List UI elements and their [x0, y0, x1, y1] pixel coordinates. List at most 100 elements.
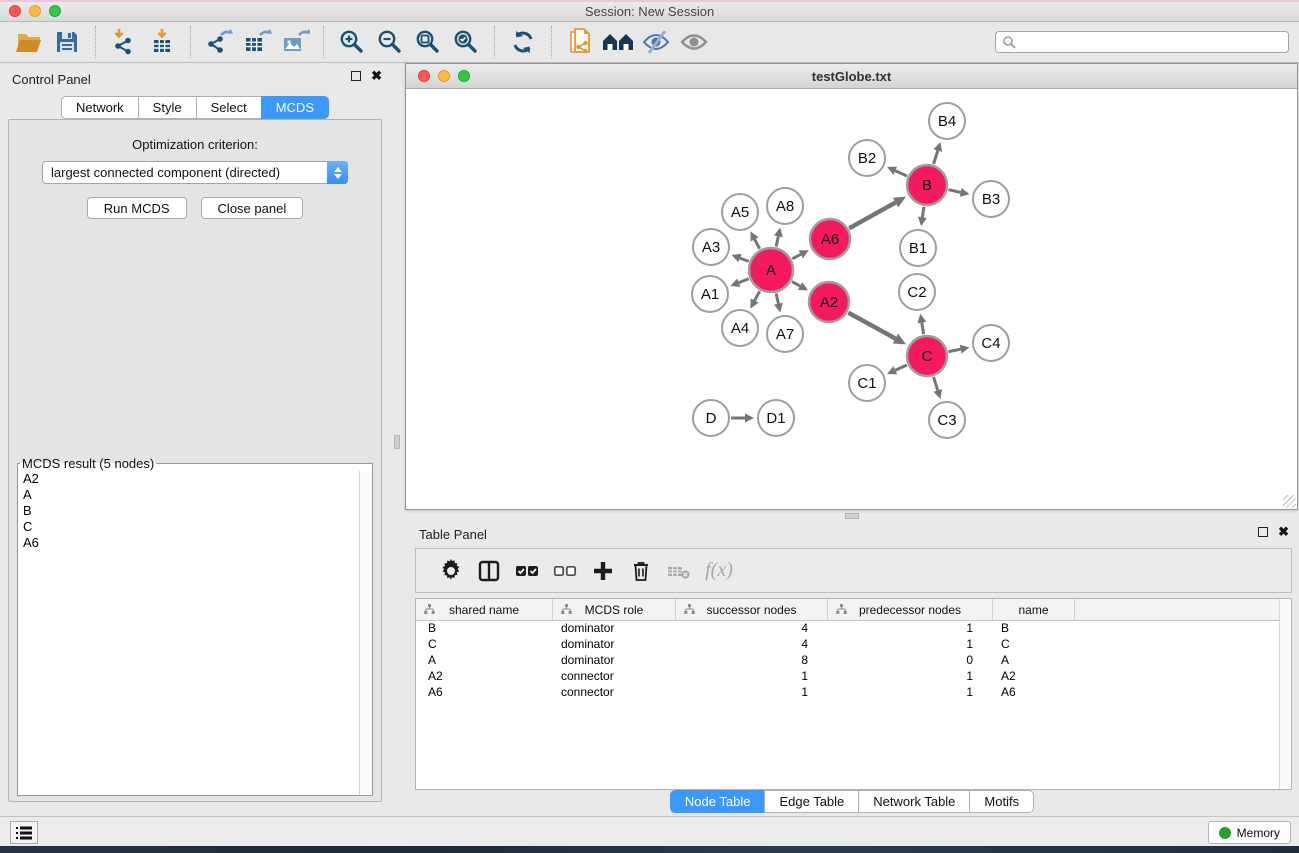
edge-A-A7[interactable] — [776, 293, 778, 303]
import-network-icon[interactable] — [105, 25, 143, 59]
table-tab-network-table[interactable]: Network Table — [858, 790, 970, 813]
save-session-icon[interactable] — [48, 25, 86, 59]
result-item[interactable]: B — [18, 503, 372, 519]
cell-successor-nodes[interactable]: 1 — [676, 685, 828, 701]
cell-MCDS-role[interactable]: connector — [553, 669, 676, 685]
table-row[interactable]: A6connector11A6 — [416, 685, 1291, 701]
cell-shared-name[interactable]: A6 — [416, 685, 553, 701]
search-field[interactable] — [995, 31, 1289, 53]
edge-C-C1[interactable] — [895, 365, 907, 370]
tab-style[interactable]: Style — [138, 96, 197, 119]
refresh-icon[interactable] — [504, 25, 542, 59]
cell-MCDS-role[interactable]: dominator — [553, 637, 676, 653]
optimization-criterion-select[interactable]: largest connected component (directed) — [42, 161, 348, 184]
cell-name[interactable]: A2 — [993, 669, 1075, 685]
delete-column-icon[interactable] — [622, 553, 660, 589]
result-item[interactable]: A6 — [18, 535, 372, 551]
edge-C-C3[interactable] — [934, 377, 938, 390]
cell-predecessor-nodes[interactable]: 1 — [828, 621, 993, 637]
table-scrollbar[interactable] — [1279, 599, 1291, 789]
horizontal-splitter[interactable] — [405, 510, 1299, 520]
cell-shared-name[interactable]: C — [416, 637, 553, 653]
import-table-icon[interactable] — [143, 25, 181, 59]
table-row[interactable]: Bdominator41B — [416, 621, 1291, 637]
cell-name[interactable]: A — [993, 653, 1075, 669]
column-header-shared-name[interactable]: shared name — [416, 599, 553, 620]
cell-MCDS-role[interactable]: connector — [553, 685, 676, 701]
edge-A-A2[interactable] — [792, 282, 800, 286]
edge-B-B1[interactable] — [922, 207, 924, 218]
edge-B-B3[interactable] — [948, 190, 960, 193]
horizontal-splitter-handle[interactable] — [845, 513, 859, 519]
show-graphics-icon[interactable] — [675, 25, 713, 59]
cell-shared-name[interactable]: A — [416, 653, 553, 669]
export-image-icon[interactable] — [276, 25, 314, 59]
edge-B-B4[interactable] — [934, 151, 938, 164]
table-tab-motifs[interactable]: Motifs — [969, 790, 1034, 813]
deselect-all-icon[interactable] — [546, 553, 584, 589]
cell-MCDS-role[interactable]: dominator — [553, 621, 676, 637]
vertical-splitter[interactable] — [390, 63, 405, 816]
cell-name[interactable]: B — [993, 621, 1075, 637]
cell-name[interactable]: A6 — [993, 685, 1075, 701]
cell-successor-nodes[interactable]: 1 — [676, 669, 828, 685]
network-graph[interactable]: B4B2BB3A8A5A6B1A3AC2A1A2A4A7C4CC1C3DD1 — [406, 89, 1297, 509]
edge-A-A5[interactable] — [755, 239, 760, 248]
task-history-button[interactable] — [10, 821, 38, 844]
table-row[interactable]: A2connector11A2 — [416, 669, 1291, 685]
edge-A-A6[interactable] — [792, 254, 801, 258]
show-panels-icon[interactable] — [599, 25, 637, 59]
cell-MCDS-role[interactable]: dominator — [553, 653, 676, 669]
hide-graphics-icon[interactable] — [637, 25, 675, 59]
network-canvas[interactable]: B4B2BB3A8A5A6B1A3AC2A1A2A4A7C4CC1C3DD1 — [406, 89, 1297, 509]
result-scrollbar[interactable] — [359, 471, 372, 795]
table-row[interactable]: Adominator80A — [416, 653, 1291, 669]
column-header-MCDS-role[interactable]: MCDS role — [553, 599, 676, 620]
cell-shared-name[interactable]: A2 — [416, 669, 553, 685]
new-network-icon[interactable] — [561, 25, 599, 59]
cell-predecessor-nodes[interactable]: 1 — [828, 669, 993, 685]
export-network-icon[interactable] — [200, 25, 238, 59]
edge-A-A8[interactable] — [776, 236, 778, 246]
tab-select[interactable]: Select — [196, 96, 262, 119]
column-header-predecessor-nodes[interactable]: predecessor nodes — [828, 599, 993, 620]
cell-successor-nodes[interactable]: 8 — [676, 653, 828, 669]
split-column-icon[interactable] — [470, 553, 508, 589]
zoom-selected-icon[interactable] — [447, 25, 485, 59]
close-panel-icon[interactable]: ✖ — [371, 71, 382, 81]
result-item[interactable]: A — [18, 487, 372, 503]
vertical-splitter-handle[interactable] — [394, 435, 400, 449]
result-item[interactable]: A2 — [18, 471, 372, 487]
cell-predecessor-nodes[interactable]: 0 — [828, 653, 993, 669]
zoom-in-icon[interactable] — [333, 25, 371, 59]
float-table-panel-icon[interactable] — [1258, 527, 1268, 537]
resize-grip-icon[interactable] — [1283, 495, 1296, 508]
edge-B-B2[interactable] — [895, 171, 907, 176]
export-table-icon[interactable] — [238, 25, 276, 59]
gear-icon[interactable] — [432, 553, 470, 589]
column-header-successor-nodes[interactable]: successor nodes — [676, 599, 828, 620]
cell-successor-nodes[interactable]: 4 — [676, 637, 828, 653]
tab-mcds[interactable]: MCDS — [261, 96, 329, 119]
table-row[interactable]: Cdominator41C — [416, 637, 1291, 653]
tab-network[interactable]: Network — [61, 96, 139, 119]
search-input[interactable] — [1020, 35, 1282, 50]
edge-A-A3[interactable] — [740, 258, 749, 261]
cell-name[interactable]: C — [993, 637, 1075, 653]
select-all-icon[interactable] — [508, 553, 546, 589]
cell-successor-nodes[interactable]: 4 — [676, 621, 828, 637]
edge-A6-B[interactable] — [849, 203, 895, 229]
edge-C-C4[interactable] — [949, 349, 961, 351]
edge-A2-C[interactable] — [848, 313, 895, 339]
edge-A-A1[interactable] — [739, 279, 749, 283]
result-item[interactable]: C — [18, 519, 372, 535]
table-tab-node-table[interactable]: Node Table — [670, 790, 766, 813]
edge-A-A4[interactable] — [755, 291, 760, 300]
cell-predecessor-nodes[interactable]: 1 — [828, 685, 993, 701]
column-header-name[interactable]: name — [993, 599, 1075, 620]
zoom-out-icon[interactable] — [371, 25, 409, 59]
cell-shared-name[interactable]: B — [416, 621, 553, 637]
float-panel-icon[interactable] — [351, 71, 361, 81]
run-mcds-button[interactable]: Run MCDS — [87, 197, 187, 219]
network-window-titlebar[interactable]: testGlobe.txt — [406, 64, 1297, 89]
